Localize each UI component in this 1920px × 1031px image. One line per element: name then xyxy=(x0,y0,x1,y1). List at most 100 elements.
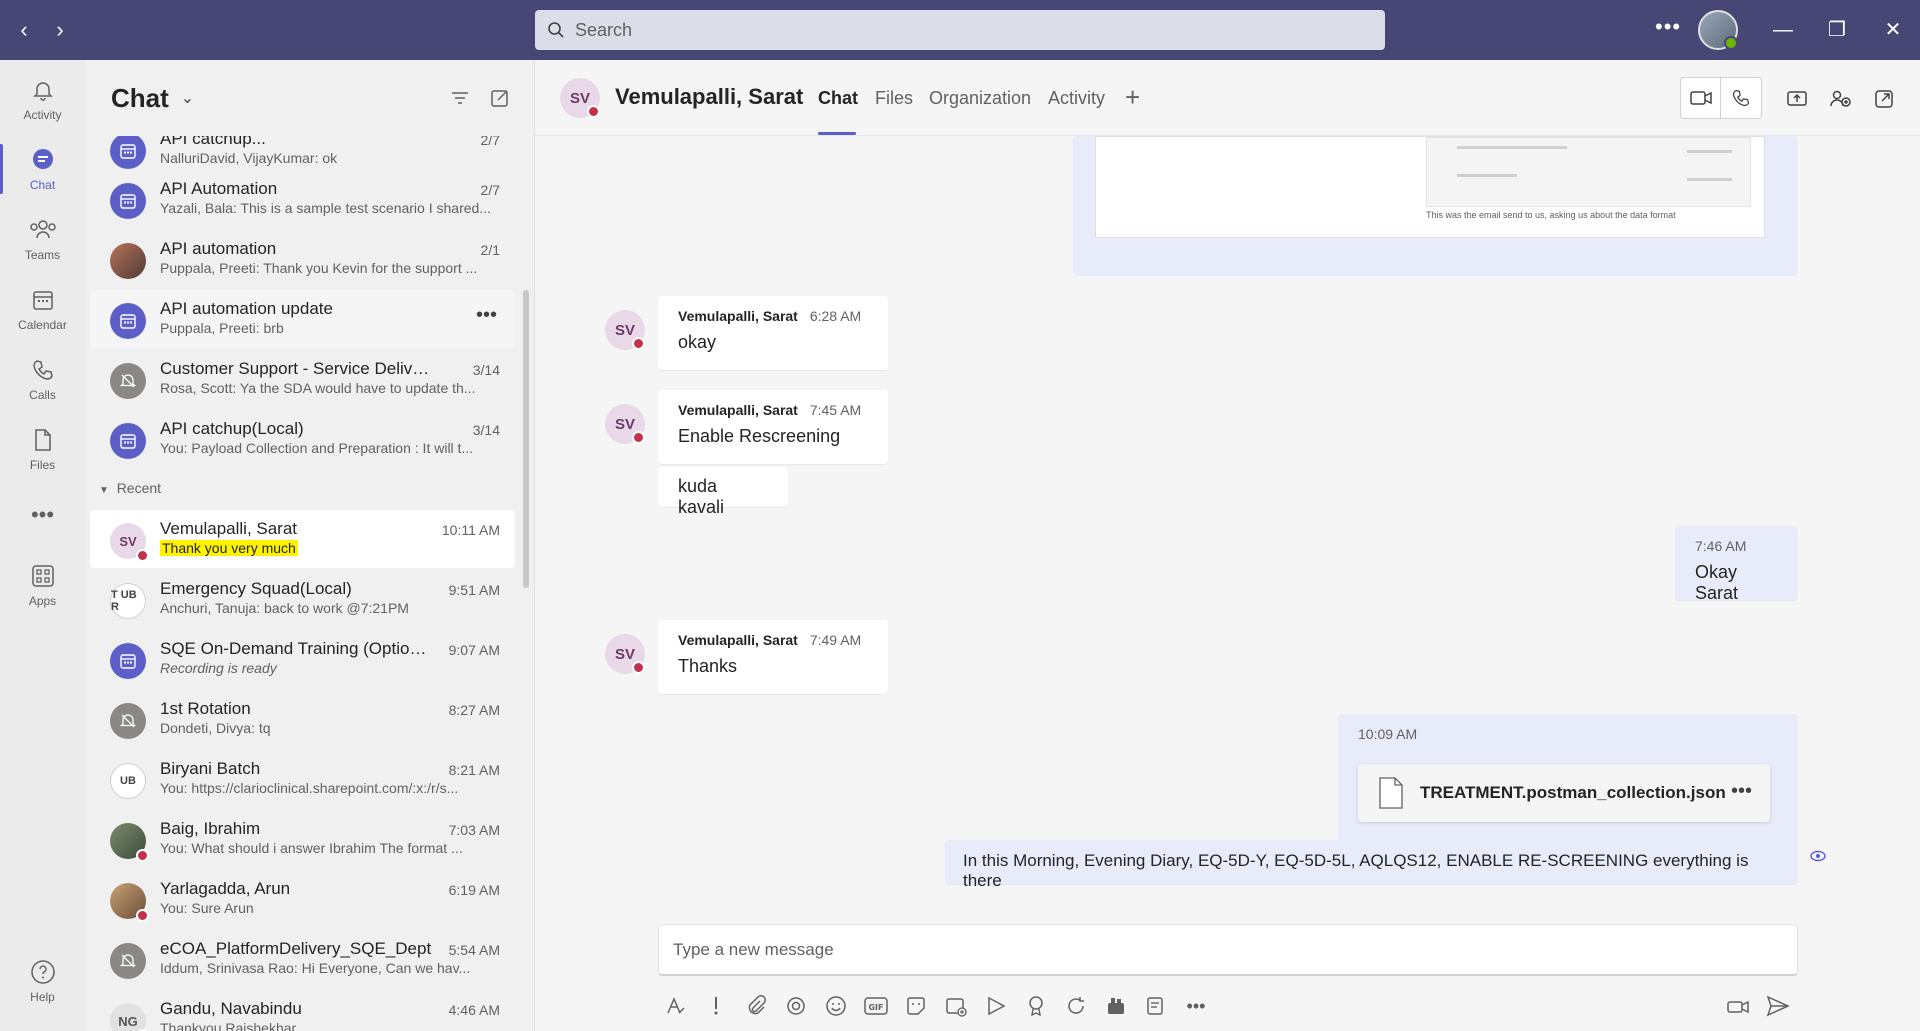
shared-image-message[interactable]: This was the email send to us, asking us… xyxy=(1073,136,1798,276)
chat-preview: Thank you very much xyxy=(160,540,505,556)
gif-icon[interactable]: GIF xyxy=(862,992,890,1020)
approvals-icon[interactable] xyxy=(1102,992,1130,1020)
rail-apps[interactable]: Apps xyxy=(0,552,85,618)
list-item[interactable]: API catchup(Local) You: Payload Collecti… xyxy=(90,410,515,468)
more-options-icon[interactable]: ••• xyxy=(1731,780,1752,803)
minimize-icon[interactable]: — xyxy=(1766,14,1800,46)
schedule-meeting-icon[interactable] xyxy=(942,992,970,1020)
close-icon[interactable]: ✕ xyxy=(1876,14,1910,46)
search-placeholder: Search xyxy=(575,19,633,40)
rail-teams[interactable]: Teams xyxy=(0,206,85,272)
add-people-icon[interactable] xyxy=(1828,87,1852,111)
important-icon[interactable] xyxy=(702,992,730,1020)
forward-arrow-icon[interactable]: › xyxy=(48,18,72,42)
section-recent[interactable]: ▼ Recent xyxy=(99,480,161,496)
busy-status-icon xyxy=(136,909,149,922)
list-item[interactable]: T UB R Emergency Squad(Local) Anchuri, T… xyxy=(90,570,515,628)
share-screen-icon[interactable] xyxy=(1785,87,1809,111)
chat-list-scrollbar[interactable] xyxy=(523,290,529,588)
rail-label: Calls xyxy=(29,388,56,402)
chevron-down-icon[interactable]: ⌄ xyxy=(181,88,194,108)
attach-icon[interactable] xyxy=(742,992,770,1020)
new-chat-icon[interactable] xyxy=(488,86,512,110)
restore-icon[interactable]: ❐ xyxy=(1820,14,1854,46)
rail-help[interactable]: Help xyxy=(0,948,85,1014)
chat-name: Emergency Squad(Local) xyxy=(160,579,352,598)
sender-avatar[interactable]: SV xyxy=(605,634,645,674)
list-item[interactable]: API Automation Yazali, Bala: This is a s… xyxy=(90,170,515,228)
search-box[interactable]: Search xyxy=(535,10,1385,50)
meeting-calendar-icon xyxy=(110,183,146,219)
contact-avatar[interactable]: SV xyxy=(560,78,600,118)
rail-calendar[interactable]: Calendar xyxy=(0,276,85,342)
rail-chat[interactable]: Chat xyxy=(0,136,85,202)
rail-label: Teams xyxy=(24,248,61,262)
avatar-initials: SV xyxy=(614,415,635,433)
chat-time: 4:46 AM xyxy=(448,1002,500,1018)
message-input[interactable] xyxy=(673,939,1797,960)
tab-activity[interactable]: Activity xyxy=(1048,88,1105,109)
filter-icon[interactable] xyxy=(448,86,472,110)
list-item[interactable]: Customer Support - Service Delivery Te..… xyxy=(90,350,515,408)
rail-files[interactable]: Files xyxy=(0,416,85,482)
my-message-bubble[interactable]: In this Morning, Evening Diary, EQ-5D-Y,… xyxy=(945,840,1798,890)
meeting-calendar-icon xyxy=(110,136,146,169)
list-item[interactable]: NG Gandu, Navabindu Thankyou Rajshekhar … xyxy=(90,990,515,1031)
message-bubble[interactable]: kuda kavali xyxy=(658,467,788,517)
back-arrow-icon[interactable]: ‹ xyxy=(12,18,36,42)
my-message-bubble[interactable]: 7:46 AM Okay Sarat xyxy=(1675,526,1798,603)
refresh-icon[interactable] xyxy=(1062,992,1090,1020)
message-text: okay xyxy=(678,332,717,352)
list-item[interactable]: 1st Rotation Dondeti, Divya: tq 8:27 AM xyxy=(90,690,515,748)
busy-status-icon xyxy=(632,337,645,350)
tab-chat[interactable]: Chat xyxy=(818,88,858,109)
stream-icon[interactable] xyxy=(982,992,1010,1020)
more-options-icon[interactable]: ••• xyxy=(1182,992,1210,1020)
loop-icon[interactable] xyxy=(782,992,810,1020)
group-avatar: T UB R xyxy=(110,583,146,619)
shared-image[interactable]: This was the email send to us, asking us… xyxy=(1095,136,1765,238)
rail-more-apps-icon[interactable]: ••• xyxy=(0,482,85,548)
call-buttons xyxy=(1680,77,1762,119)
file-attachment[interactable]: TREATMENT.postman_collection.json ••• xyxy=(1358,764,1770,822)
more-options-icon[interactable]: ••• xyxy=(476,304,497,327)
tab-files[interactable]: Files xyxy=(875,88,913,109)
sticker-icon[interactable] xyxy=(902,992,930,1020)
compose-box[interactable] xyxy=(658,924,1798,976)
list-item[interactable]: API automation Puppala, Preeti: Thank yo… xyxy=(90,230,515,288)
chat-name: API catchup(Local) xyxy=(160,419,304,438)
avatar xyxy=(110,243,146,279)
rail-activity[interactable]: Activity xyxy=(0,66,85,132)
list-item[interactable]: Yarlagadda, Arun You: Sure Arun 6:19 AM xyxy=(90,870,515,928)
list-item-selected[interactable]: SV Vemulapalli, Sarat Thank you very muc… xyxy=(90,510,515,568)
my-message-bubble[interactable]: 10:09 AM TREATMENT.postman_collection.js… xyxy=(1338,714,1798,844)
list-item[interactable]: eCOA_PlatformDelivery_SQE_Dept Iddum, Sr… xyxy=(90,930,515,988)
chat-preview: Puppala, Preeti: brb xyxy=(160,320,284,336)
audio-message-icon[interactable] xyxy=(1724,992,1752,1020)
add-tab-icon[interactable]: + xyxy=(1125,82,1140,113)
list-item[interactable]: SQE On-Demand Training (Option 2... Reco… xyxy=(90,630,515,688)
emoji-icon[interactable] xyxy=(822,992,850,1020)
message-bubble[interactable]: Vemulapalli, Sarat 7:49 AM Thanks xyxy=(658,620,888,694)
more-options-icon[interactable]: ••• xyxy=(1655,14,1681,40)
message-bubble[interactable]: Vemulapalli, Sarat 7:45 AM Enable Rescree… xyxy=(658,390,888,464)
rail-calls[interactable]: Calls xyxy=(0,346,85,412)
video-call-icon[interactable] xyxy=(1681,78,1722,118)
sender-avatar[interactable]: SV xyxy=(605,404,645,444)
audio-call-icon[interactable] xyxy=(1721,78,1761,118)
send-icon[interactable] xyxy=(1764,992,1792,1020)
chat-list: API catchup... NalluriDavid, VijayKumar:… xyxy=(85,136,534,1031)
tab-organization[interactable]: Organization xyxy=(929,88,1031,109)
pop-out-icon[interactable] xyxy=(1872,87,1896,111)
forms-icon[interactable] xyxy=(1142,992,1170,1020)
message-bubble[interactable]: Vemulapalli, Sarat 6:28 AM okay xyxy=(658,296,888,370)
contact-name[interactable]: Vemulapalli, Sarat xyxy=(615,84,803,110)
list-item[interactable]: UB Biryani Batch You: https://clarioclin… xyxy=(90,750,515,808)
praise-icon[interactable] xyxy=(1022,992,1050,1020)
chat-name: Customer Support - Service Delivery Te..… xyxy=(160,359,435,378)
list-item[interactable]: Baig, Ibrahim You: What should i answer … xyxy=(90,810,515,868)
profile-avatar[interactable] xyxy=(1698,10,1738,50)
format-icon[interactable] xyxy=(662,992,690,1020)
list-item[interactable]: API automation update Puppala, Preeti: b… xyxy=(90,290,515,348)
sender-avatar[interactable]: SV xyxy=(605,310,645,350)
